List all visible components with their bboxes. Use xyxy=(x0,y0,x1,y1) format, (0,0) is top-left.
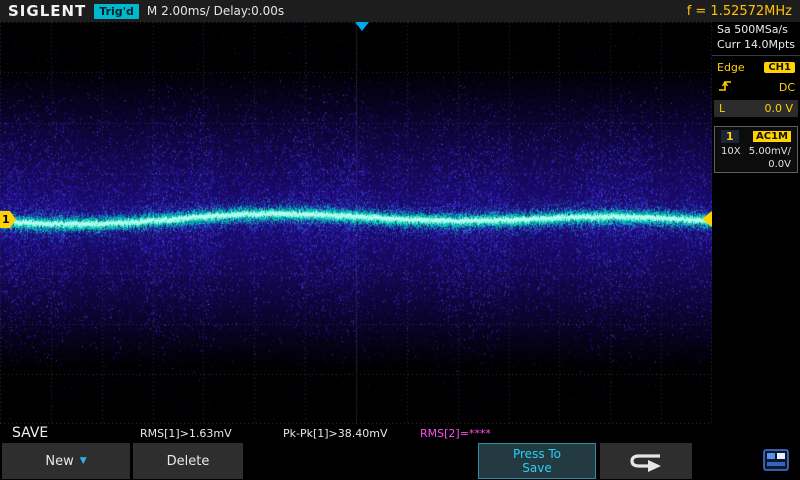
press-to-save-line1: Press To xyxy=(512,446,562,461)
sample-rate-readout: Sa 500MSa/s xyxy=(717,23,788,36)
rising-edge-icon xyxy=(717,78,733,96)
dropdown-arrow-icon: ▼ xyxy=(79,456,87,466)
trigger-level-label: L xyxy=(719,102,726,115)
top-bar: SIGLENT Trig'd M 2.00ms/ Delay:0.00s f =… xyxy=(0,0,800,22)
channel1-offset-row: 0.0V xyxy=(716,158,796,171)
trigger-source-badge: CH1 xyxy=(764,62,795,73)
waveform-display: 1 xyxy=(0,22,712,424)
delete-button-label: Delete xyxy=(166,453,210,469)
channel1-offset-readout: 0.0V xyxy=(768,159,791,170)
timebase-readout: M 2.00ms/ Delay:0.00s xyxy=(146,4,285,18)
return-arrow-icon xyxy=(628,449,664,473)
new-button[interactable]: New ▼ xyxy=(2,443,130,479)
channel1-descriptor[interactable]: 1 AC1M 10X 5.00mV/ 0.0V xyxy=(714,126,798,173)
trigger-coupling-row: DC xyxy=(712,76,800,98)
sidebar-divider xyxy=(712,55,800,56)
menu-onoff-icon[interactable] xyxy=(760,447,792,473)
measurement-pkpk-ch1: Pk-Pk[1]>38.40mV xyxy=(283,427,388,440)
press-to-save-button[interactable]: Press To Save xyxy=(478,443,596,479)
press-to-save-line2: Save xyxy=(522,461,552,475)
trigger-level-value: 0.0 V xyxy=(764,102,793,115)
new-button-label: New xyxy=(45,453,74,469)
status-row: SAVE RMS[1]>1.63mV Pk-Pk[1]>38.40mV RMS[… xyxy=(0,424,712,442)
memory-depth-readout: Curr 14.0Mpts xyxy=(717,38,796,51)
measurement-rms-ch1: RMS[1]>1.63mV xyxy=(140,427,232,440)
softkey-menu: New ▼ Delete Press To Save xyxy=(0,442,800,480)
trigger-position-marker[interactable] xyxy=(355,22,369,31)
trigger-mode-label: Edge xyxy=(717,61,745,74)
channel1-number: 1 xyxy=(721,130,739,143)
siglent-logo: SIGLENT xyxy=(8,2,87,20)
trigger-level-marker[interactable] xyxy=(702,211,712,227)
trigger-coupling-readout: DC xyxy=(778,80,795,94)
trigger-mode-row: Edge CH1 xyxy=(712,59,800,76)
channel1-coupling-badge: AC1M xyxy=(753,131,791,142)
measurement-rms-ch2: RMS[2]=**** xyxy=(420,427,491,440)
channel1-probe-readout: 10X xyxy=(721,146,741,157)
channel1-descriptor-top-row: 1 AC1M xyxy=(716,128,796,145)
back-button[interactable] xyxy=(600,443,692,479)
frequency-counter-readout: f = 1.52572MHz xyxy=(686,3,792,19)
sidebar: Sa 500MSa/s Curr 14.0Mpts Edge CH1 DC L … xyxy=(712,22,800,424)
channel1-scale-row: 10X 5.00mV/ xyxy=(716,145,796,158)
delete-button[interactable]: Delete xyxy=(133,443,243,479)
channel1-marker-label: 1 xyxy=(2,213,10,226)
waveform-canvas xyxy=(0,22,712,424)
channel1-scale-readout: 5.00mV/ xyxy=(748,146,791,157)
menu-page-title: SAVE xyxy=(12,425,49,441)
trigger-level-readout: L 0.0 V xyxy=(714,100,798,117)
oscilloscope-screen: SIGLENT Trig'd M 2.00ms/ Delay:0.00s f =… xyxy=(0,0,800,480)
trigger-status-badge: Trig'd xyxy=(94,3,139,19)
